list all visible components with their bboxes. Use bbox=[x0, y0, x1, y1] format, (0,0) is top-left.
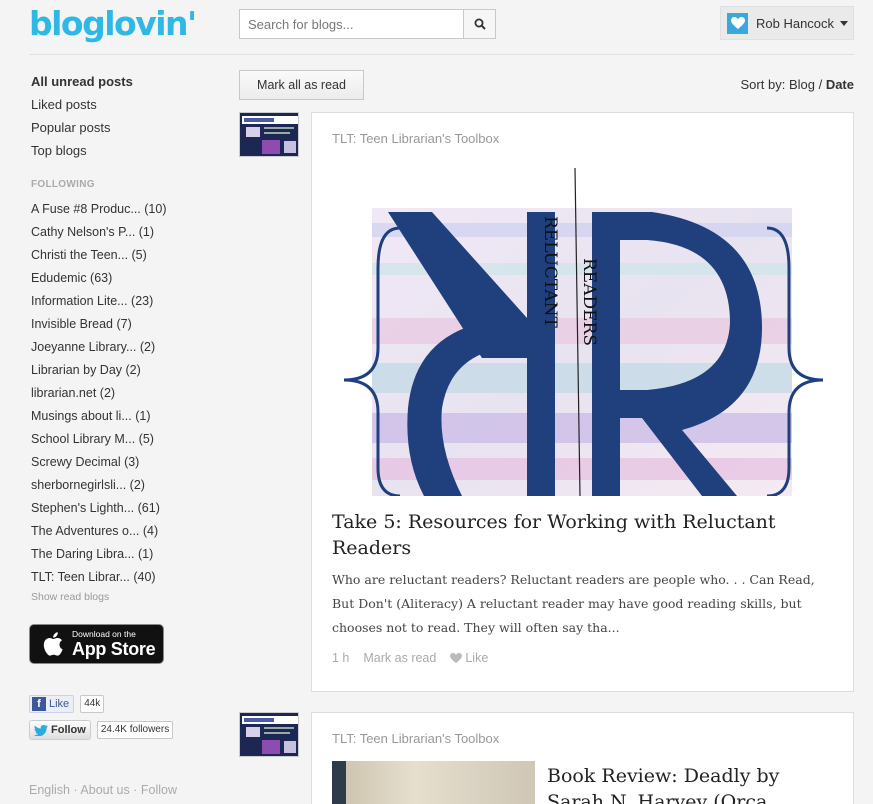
nav-all-unread[interactable]: All unread posts bbox=[31, 70, 221, 93]
nav-liked-posts[interactable]: Liked posts bbox=[31, 93, 221, 116]
twitter-follow-label: Follow bbox=[51, 724, 86, 736]
following-item[interactable]: librarian.net (2) bbox=[31, 382, 221, 405]
app-store-caption: Download on the bbox=[72, 629, 136, 640]
mark-all-read-button[interactable]: Mark all as read bbox=[239, 70, 364, 100]
post-image[interactable]: RELUCTANT READERS bbox=[342, 168, 825, 496]
footer-links: English · About us · Follow bbox=[29, 783, 177, 797]
sort-control: Sort by: Blog / Date bbox=[741, 77, 854, 92]
post-source[interactable]: TLT: Teen Librarian's Toolbox bbox=[332, 731, 499, 746]
bloglovin-logo[interactable]: bloglovin' bbox=[29, 4, 197, 44]
blog-thumbnail[interactable] bbox=[239, 112, 299, 157]
following-item[interactable]: Information Lite... (23) bbox=[31, 290, 221, 313]
blog-thumbnail[interactable] bbox=[239, 712, 299, 757]
blog-thumbnail-image bbox=[240, 113, 298, 156]
post-card: TLT: Teen Librarian's Toolbox Book Revie… bbox=[311, 712, 854, 804]
facebook-like-label: Like bbox=[49, 698, 70, 710]
post-source[interactable]: TLT: Teen Librarian's Toolbox bbox=[332, 131, 499, 146]
heart-icon bbox=[450, 652, 463, 663]
facebook-like-row: f Like 44k bbox=[29, 695, 105, 713]
header-divider bbox=[29, 54, 854, 55]
user-name: Rob Hancock bbox=[756, 15, 835, 31]
apple-icon bbox=[43, 632, 63, 656]
facebook-like-count: 44k bbox=[80, 695, 105, 713]
post-timestamp: 1 h bbox=[332, 651, 350, 665]
sort-label: Sort by: bbox=[740, 77, 789, 92]
following-item[interactable]: The Daring Libra... (1) bbox=[31, 543, 221, 566]
footer-about-link[interactable]: About us bbox=[80, 783, 129, 797]
sort-by-blog[interactable]: Blog bbox=[789, 77, 815, 92]
following-item[interactable]: TLT: Teen Librar... (40) bbox=[31, 566, 221, 589]
following-list: A Fuse #8 Produc... (10) Cathy Nelson's … bbox=[31, 198, 221, 589]
sort-by-date[interactable]: Date bbox=[826, 77, 854, 92]
following-item[interactable]: Librarian by Day (2) bbox=[31, 359, 221, 382]
following-item[interactable]: Christi the Teen... (5) bbox=[31, 244, 221, 267]
following-item[interactable]: School Library M... (5) bbox=[31, 428, 221, 451]
twitter-follow-button[interactable]: Follow bbox=[29, 720, 91, 740]
image-text-readers: READERS bbox=[579, 258, 599, 346]
footer-english-link[interactable]: English bbox=[29, 783, 70, 797]
search-button[interactable] bbox=[463, 9, 496, 39]
following-item[interactable]: Screwy Decimal (3) bbox=[31, 451, 221, 474]
post-image[interactable] bbox=[332, 761, 535, 804]
app-store-badge[interactable]: Download on the App Store bbox=[29, 624, 164, 664]
following-item[interactable]: The Adventures o... (4) bbox=[31, 520, 221, 543]
nav-popular-posts[interactable]: Popular posts bbox=[31, 116, 221, 139]
following-heading: FOLLOWING bbox=[31, 179, 95, 190]
following-item[interactable]: Musings about li... (1) bbox=[31, 405, 221, 428]
footer-separator: · bbox=[70, 783, 81, 797]
following-item[interactable]: Stephen's Lighth... (61) bbox=[31, 497, 221, 520]
footer-separator: · bbox=[129, 783, 141, 797]
twitter-icon bbox=[34, 724, 48, 736]
post-title[interactable]: Book Review: Deadly by Sarah N. Harvey (… bbox=[547, 763, 837, 804]
search-icon bbox=[474, 18, 486, 30]
heart-icon bbox=[727, 12, 748, 34]
following-item[interactable]: Edudemic (63) bbox=[31, 267, 221, 290]
sidebar-nav: All unread posts Liked posts Popular pos… bbox=[31, 70, 221, 162]
post-title[interactable]: Take 5: Resources for Working with Reluc… bbox=[332, 509, 832, 561]
following-item[interactable]: Invisible Bread (7) bbox=[31, 313, 221, 336]
post-excerpt: Who are reluctant readers? Reluctant rea… bbox=[332, 572, 815, 635]
twitter-follower-count: 24.4K followers bbox=[96, 721, 174, 739]
search-input[interactable] bbox=[239, 9, 463, 39]
following-item[interactable]: Joeyanne Library... (2) bbox=[31, 336, 221, 359]
following-item[interactable]: sherbornegirlsli... (2) bbox=[31, 474, 221, 497]
twitter-follow-row: Follow 24.4K followers bbox=[29, 720, 174, 740]
following-item[interactable]: Cathy Nelson's P... (1) bbox=[31, 221, 221, 244]
blog-thumbnail-image bbox=[240, 713, 298, 756]
nav-top-blogs[interactable]: Top blogs bbox=[31, 139, 221, 162]
chevron-down-icon bbox=[840, 20, 849, 26]
show-read-blogs-link[interactable]: Show read blogs bbox=[31, 591, 109, 603]
mark-as-read-link[interactable]: Mark as read bbox=[363, 651, 436, 665]
footer-follow-link[interactable]: Follow bbox=[141, 783, 177, 797]
user-menu[interactable]: Rob Hancock bbox=[720, 6, 854, 40]
like-button[interactable]: Like bbox=[450, 651, 488, 665]
sort-separator: / bbox=[814, 77, 826, 92]
app-store-label: App Store bbox=[72, 638, 156, 659]
facebook-icon: f bbox=[32, 697, 46, 711]
post-card: TLT: Teen Librarian's Toolbox RELUCTANT … bbox=[311, 112, 854, 692]
facebook-like-button[interactable]: f Like bbox=[29, 695, 75, 713]
book-spine bbox=[332, 761, 346, 804]
following-item[interactable]: A Fuse #8 Produc... (10) bbox=[31, 198, 221, 221]
search-bar bbox=[239, 9, 496, 39]
image-text-reluctant: RELUCTANT bbox=[540, 216, 560, 328]
post-meta: 1 h Mark as read Like bbox=[332, 651, 488, 665]
like-label: Like bbox=[465, 651, 489, 665]
